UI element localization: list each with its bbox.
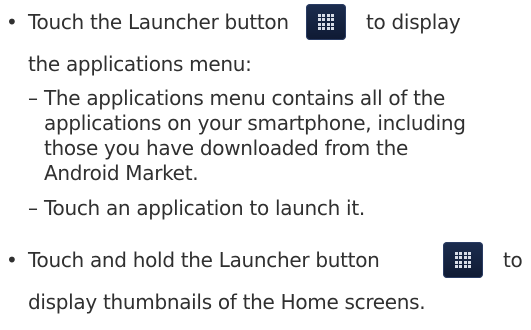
bullet-2-line-1-suffix: to	[503, 248, 523, 272]
bullet-2-line-1-text: Touch and hold the Launcher button	[28, 248, 380, 272]
bullet-1-line-1-text: Touch the Launcher button	[28, 10, 289, 34]
bullet-2-line-2-text: display thumbnails of the Home screens.	[28, 290, 426, 314]
sub-item-dash: –	[28, 196, 38, 220]
sub-item-1-line-3: those you have downloaded from the	[44, 136, 408, 160]
bullet-1-line-2-text: the applications menu:	[28, 52, 252, 76]
bullet-marker: •	[6, 10, 18, 34]
launcher-grid-icon	[306, 4, 346, 40]
sub-item-1-line-4: Android Market.	[44, 161, 199, 185]
sub-item-dash: –	[28, 86, 38, 110]
sub-item-2-line-1: Touch an application to launch it.	[44, 196, 365, 220]
sub-item-1-line-1: The applications menu contains all of th…	[44, 86, 446, 110]
bullet-1-line-1-suffix: to display	[366, 10, 461, 34]
sub-item-1-line-2: applications on your smartphone, includi…	[44, 111, 466, 135]
bullet-marker: •	[6, 248, 18, 272]
launcher-grid-icon	[443, 242, 483, 278]
